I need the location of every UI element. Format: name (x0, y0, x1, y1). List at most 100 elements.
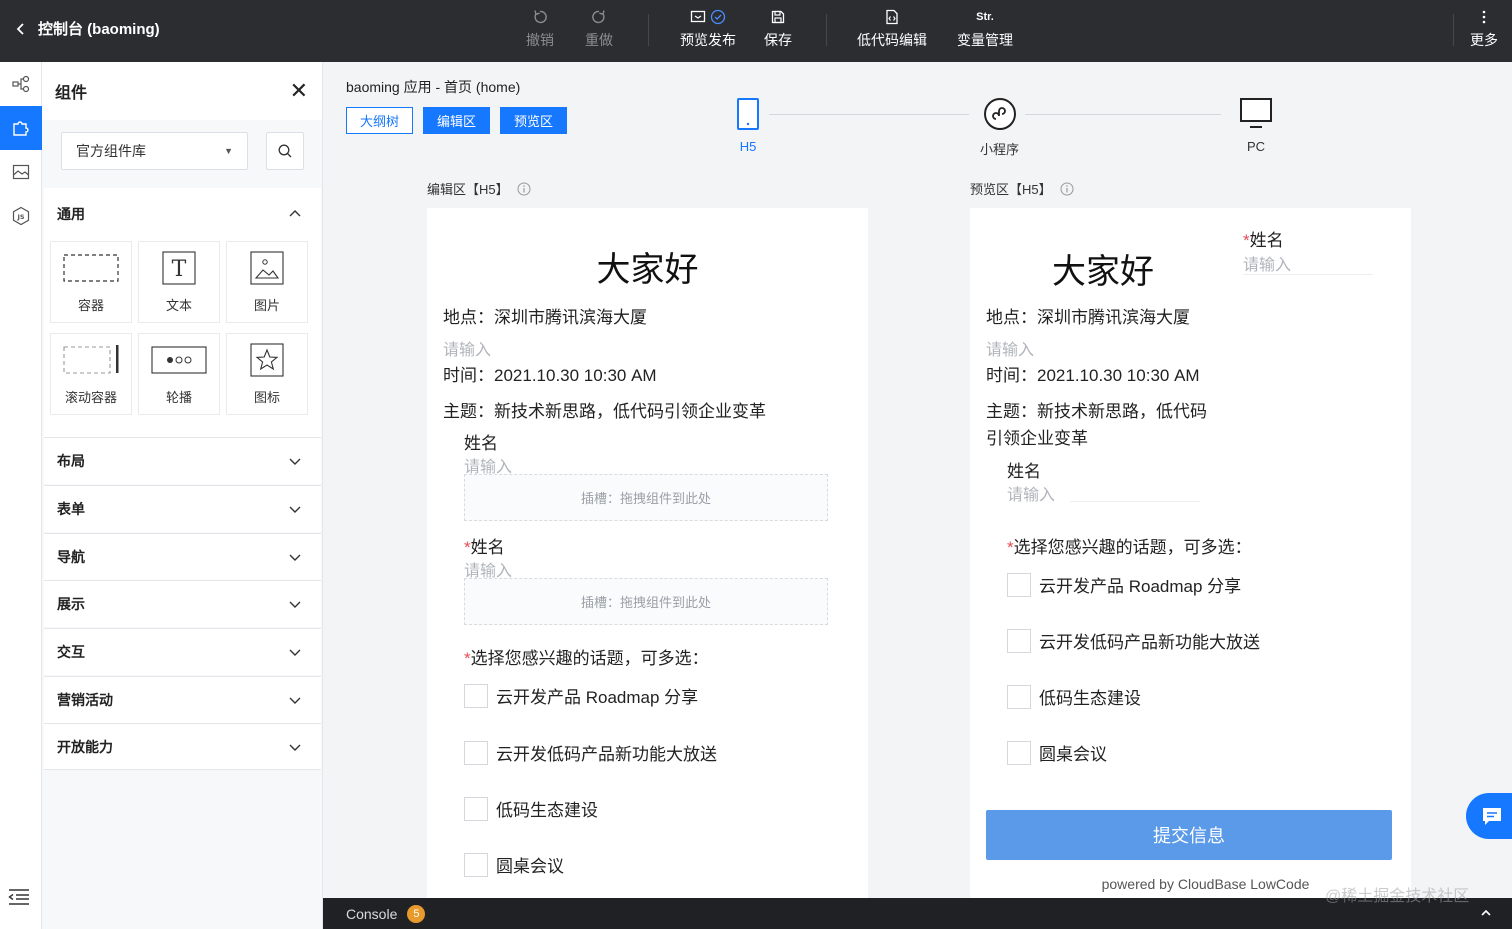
checkbox-option[interactable]: 圆桌会议 (1007, 740, 1107, 765)
search-icon (278, 144, 292, 158)
checkbox[interactable] (1007, 572, 1031, 597)
name-label-text: 姓名 (470, 538, 505, 557)
more-label: 更多 (1470, 32, 1498, 48)
component-icon[interactable]: 图标 (226, 333, 308, 415)
location-text[interactable]: 地点：深圳市腾讯滨海大厦 (443, 303, 647, 328)
checkbox-option[interactable]: 低码生态建设 (464, 796, 598, 821)
preview-icon (690, 10, 706, 23)
checkbox-option[interactable]: 云开发低码产品新功能大放送 (1007, 628, 1260, 653)
more-button[interactable]: 更多 (1470, 8, 1498, 50)
device-label: 小程序 (980, 142, 1020, 157)
submit-button[interactable]: 提交信息 (986, 810, 1392, 860)
checkbox-option[interactable]: 低码生态建设 (1007, 684, 1141, 709)
rail-outline[interactable] (0, 62, 42, 106)
component-carousel[interactable]: 轮播 (138, 333, 220, 415)
breadcrumb: baoming 应用 - 首页 (home) (346, 79, 521, 95)
topic-text-line1: 主题：新技术新思路，低代码 (986, 402, 1207, 421)
name-label[interactable]: 姓名 (464, 429, 498, 454)
device-connector (1025, 114, 1221, 115)
rail-collapse[interactable] (8, 888, 30, 911)
undo-button[interactable]: 撤销 (526, 8, 554, 50)
variables-button[interactable]: Str. 变量管理 (957, 8, 1013, 50)
topic-text[interactable]: 主题：新技术新思路，低代码引领企业变革 (443, 397, 766, 422)
component-label: 文本 (165, 297, 192, 313)
save-button[interactable]: 保存 (764, 8, 792, 50)
lowcode-edit-button[interactable]: 低代码编辑 (857, 8, 927, 50)
group-display[interactable]: 展示 (44, 580, 321, 627)
edit-canvas[interactable]: 大家好 地点：深圳市腾讯滨海大厦 请输入 时间：2021.10.30 10:30… (427, 208, 868, 898)
panel-title: 组件 (55, 85, 88, 102)
group-general: 通用 容器 T 文本 图片 滚动容器 轮播 图标 (44, 188, 321, 437)
required-mark: * (1007, 538, 1014, 557)
device-connector (769, 114, 969, 115)
component-search-button[interactable] (266, 132, 304, 170)
name-input[interactable]: 请输入 (1243, 251, 1291, 275)
redo-label: 重做 (585, 32, 613, 48)
name-label-required: *姓名 (1243, 226, 1284, 251)
checkbox[interactable] (464, 852, 488, 877)
checkbox-option[interactable]: 云开发产品 Roadmap 分享 (1007, 572, 1241, 597)
group-navigation[interactable]: 导航 (44, 533, 321, 580)
rail-media[interactable] (0, 150, 42, 194)
placeholder-text[interactable]: 请输入 (443, 336, 491, 360)
chat-button[interactable] (1466, 793, 1512, 839)
device-miniprogram[interactable]: 小程序 (980, 97, 1019, 158)
slot-dropzone[interactable]: 插槽：拖拽组件到此处 (464, 474, 828, 521)
name-label-required[interactable]: *姓名 (464, 533, 505, 558)
rail-components[interactable] (0, 106, 42, 150)
group-layout[interactable]: 布局 (44, 437, 321, 484)
input-underline (1070, 501, 1200, 502)
checkbox[interactable] (464, 683, 488, 708)
checkbox-option[interactable]: 圆桌会议 (464, 852, 564, 877)
group-interaction[interactable]: 交互 (44, 628, 321, 675)
form-title[interactable]: 大家好 (427, 242, 868, 291)
component-container[interactable]: 容器 (50, 241, 132, 323)
checkbox-option[interactable]: 云开发产品 Roadmap 分享 (464, 683, 698, 708)
device-pc[interactable]: PC (1239, 97, 1273, 154)
device-h5[interactable]: H5 (736, 97, 760, 154)
tab-preview[interactable]: 预览区 (500, 107, 568, 134)
question-label[interactable]: *选择您感兴趣的话题，可多选： (464, 644, 709, 669)
info-icon[interactable] (517, 182, 531, 196)
component-text[interactable]: T 文本 (138, 241, 220, 323)
tab-outline[interactable]: 大纲树 (346, 107, 414, 134)
puzzle-icon (13, 121, 29, 136)
tab-edit[interactable]: 编辑区 (423, 107, 491, 134)
rail-scripts[interactable]: JS (0, 194, 42, 238)
checkbox[interactable] (1007, 628, 1031, 653)
checkbox-option[interactable]: 云开发低码产品新功能大放送 (464, 740, 717, 765)
slot-dropzone[interactable]: 插槽：拖拽组件到此处 (464, 578, 828, 625)
info-icon[interactable] (1060, 182, 1074, 196)
component-scroll-container[interactable]: 滚动容器 (50, 333, 132, 415)
time-text[interactable]: 时间：2021.10.30 10:30 AM (443, 361, 657, 386)
close-icon[interactable]: ✕ (290, 78, 308, 104)
checkbox-label: 圆桌会议 (1039, 745, 1107, 764)
location-text: 地点：深圳市腾讯滨海大厦 (986, 308, 1190, 327)
group-title: 导航 (57, 549, 85, 565)
edit-pane-label: 编辑区【H5】 (427, 179, 531, 198)
checkbox-label: 圆桌会议 (496, 857, 564, 876)
back-button[interactable]: 控制台 (baoming) (14, 18, 160, 39)
group-open-capabilities[interactable]: 开放能力 (44, 723, 321, 770)
component-image[interactable]: 图片 (226, 241, 308, 323)
caret-down-icon: ▼ (224, 146, 233, 156)
chat-icon (1483, 808, 1501, 825)
group-form[interactable]: 表单 (44, 485, 321, 532)
preview-publish-button[interactable]: 预览发布 (680, 8, 736, 50)
name-input[interactable]: 请输入 (1007, 481, 1055, 505)
checkbox[interactable] (1007, 684, 1031, 709)
placeholder-text[interactable]: 请输入 (986, 336, 1034, 360)
group-marketing[interactable]: 营销活动 (44, 676, 321, 723)
checkbox[interactable] (464, 740, 488, 765)
group-general-header[interactable]: 通用 (44, 188, 321, 240)
checkbox[interactable] (1007, 740, 1031, 765)
save-label: 保存 (764, 32, 792, 48)
library-select[interactable]: 官方组件库 ▼ (61, 132, 248, 170)
container-icon (63, 253, 119, 282)
checkbox[interactable] (464, 796, 488, 821)
str-icon: Str. (976, 11, 994, 23)
panel-header: 组件 ✕ (42, 62, 322, 120)
time-text: 时间：2021.10.30 10:30 AM (986, 366, 1200, 385)
chevron-up-icon[interactable] (1480, 907, 1492, 919)
redo-button[interactable]: 重做 (585, 8, 613, 50)
